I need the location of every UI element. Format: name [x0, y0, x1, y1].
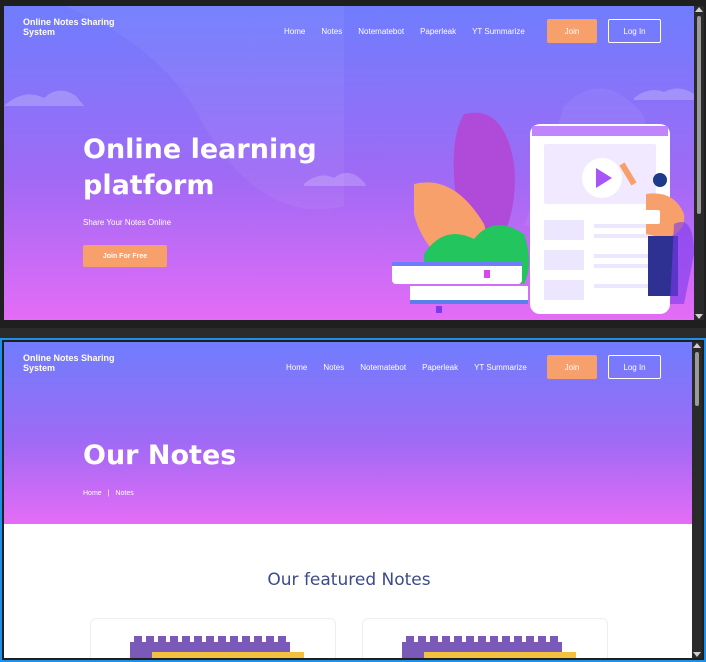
scroll-down-arrow-icon[interactable]: [693, 652, 701, 657]
join-button[interactable]: Join: [547, 355, 597, 379]
nav-item-notes[interactable]: Notes: [323, 363, 344, 372]
nav-item-yt-summarize[interactable]: YT Summarize: [472, 27, 525, 36]
scrollbar-notes[interactable]: [692, 342, 702, 658]
viewport-notes: Online Notes Sharing System Home Notes N…: [4, 342, 694, 658]
hero-section: Online Notes Sharing System Home Notes N…: [4, 6, 694, 320]
hero-title-line1: Online learning: [83, 134, 317, 165]
notes-hero-section: Online Notes Sharing System Home Notes N…: [4, 342, 694, 524]
note-cover-strip: [152, 652, 304, 658]
browser-frame-notes: Online Notes Sharing System Home Notes N…: [0, 338, 706, 662]
nav-item-home[interactable]: Home: [286, 363, 307, 372]
scrollbar-thumb[interactable]: [695, 352, 699, 406]
nav-item-home[interactable]: Home: [284, 27, 305, 36]
join-button[interactable]: Join: [547, 19, 597, 43]
browser-frame-home: Online Notes Sharing System Home Notes N…: [0, 0, 706, 328]
featured-title: Our featured Notes: [267, 570, 431, 590]
login-button[interactable]: Log In: [608, 19, 661, 43]
scrollbar-thumb[interactable]: [697, 16, 701, 214]
page-title: Our Notes: [83, 440, 237, 471]
login-button[interactable]: Log In: [608, 355, 661, 379]
viewport-home: Online Notes Sharing System Home Notes N…: [4, 6, 694, 320]
scroll-up-arrow-icon[interactable]: [693, 343, 701, 348]
scroll-down-arrow-icon[interactable]: [695, 314, 703, 319]
breadcrumb: Home | Notes: [83, 490, 134, 497]
main-nav: Home Notes Notematebot Paperleak YT Summ…: [284, 27, 541, 36]
nav-item-yt-summarize[interactable]: YT Summarize: [474, 363, 527, 372]
nav-item-notematebot[interactable]: Notematebot: [358, 27, 404, 36]
spiral-binding: [130, 636, 290, 642]
hero-title-line2: platform: [83, 170, 215, 201]
scroll-up-arrow-icon[interactable]: [695, 7, 703, 12]
nav-item-notematebot[interactable]: Notematebot: [360, 363, 406, 372]
breadcrumb-separator: |: [107, 490, 110, 497]
scrollbar-home[interactable]: [694, 6, 704, 320]
brand-name[interactable]: Online Notes Sharing System: [23, 353, 133, 373]
nav-item-paperleak[interactable]: Paperleak: [422, 363, 458, 372]
main-nav: Home Notes Notematebot Paperleak YT Summ…: [286, 363, 543, 372]
spiral-binding: [402, 636, 562, 642]
learning-illustration: [392, 112, 694, 314]
nav-item-notes[interactable]: Notes: [321, 27, 342, 36]
breadcrumb-current: Notes: [115, 490, 134, 497]
nav-item-paperleak[interactable]: Paperleak: [420, 27, 456, 36]
brand-name[interactable]: Online Notes Sharing System: [23, 17, 133, 37]
hero-subtitle: Share Your Notes Online: [83, 218, 172, 227]
breadcrumb-home[interactable]: Home: [83, 490, 102, 497]
note-cover-strip: [424, 652, 576, 658]
join-for-free-button[interactable]: Join For Free: [83, 245, 167, 267]
